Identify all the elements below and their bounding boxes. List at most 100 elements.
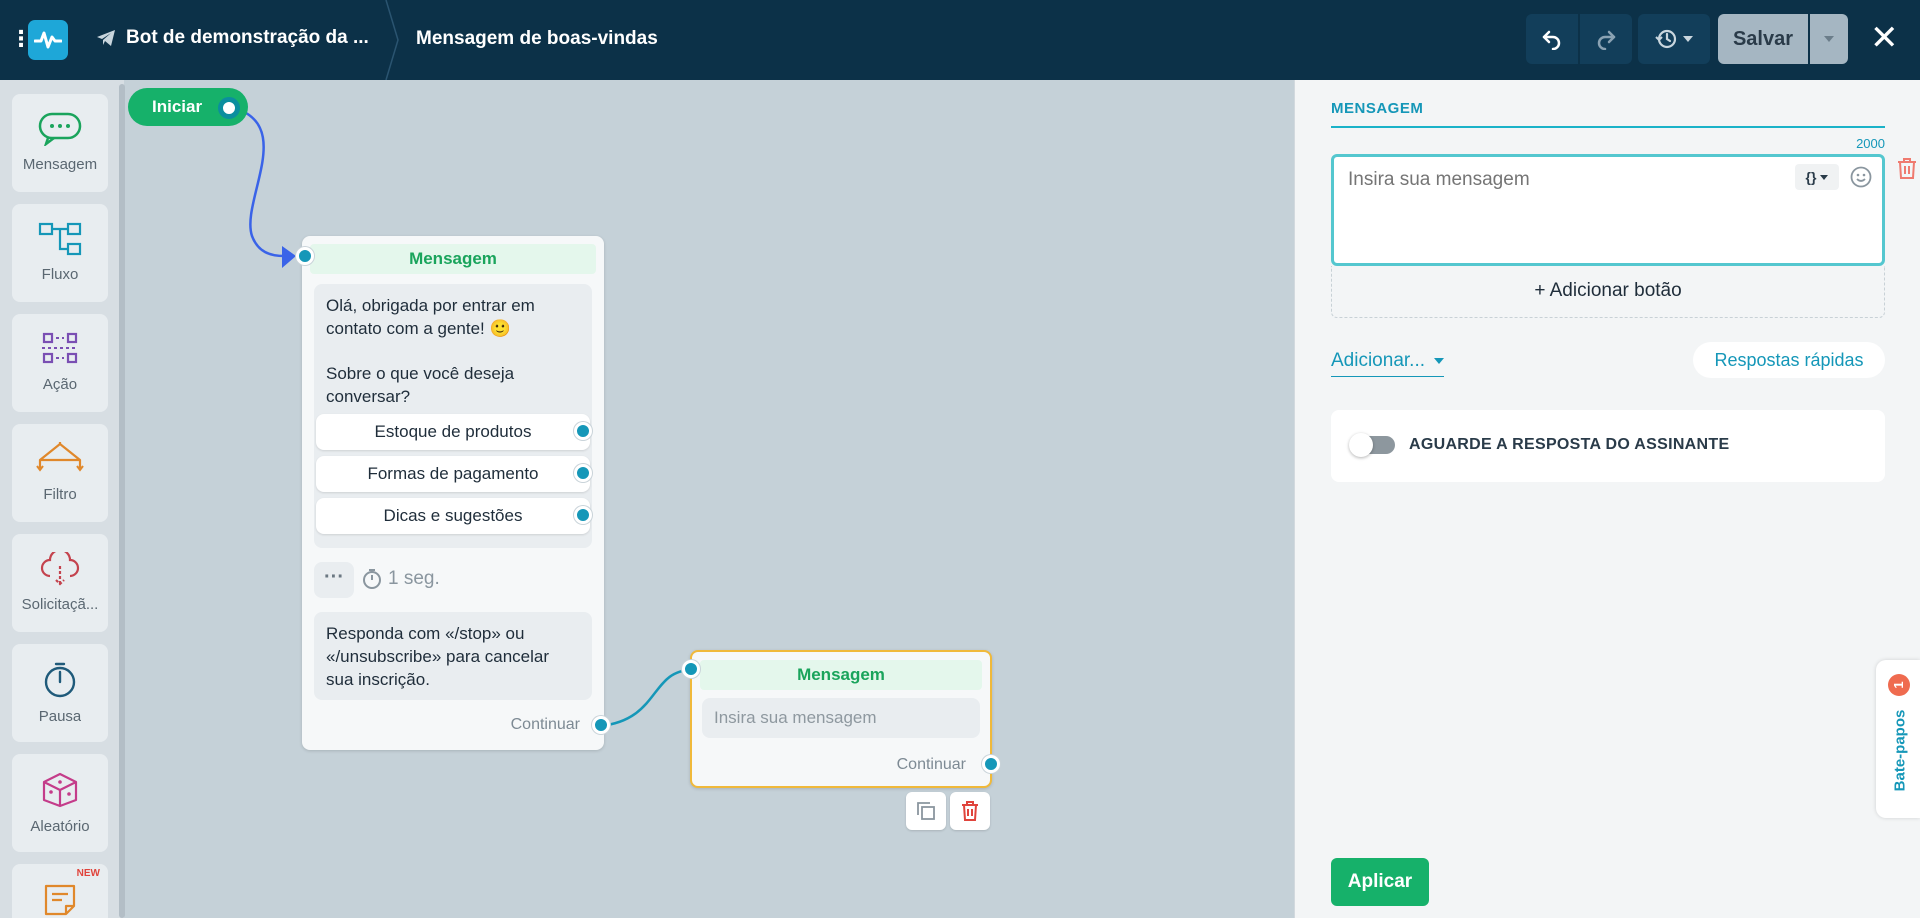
chevron-down-icon [1683, 36, 1693, 42]
tool-label: Solicitaçã... [21, 596, 99, 613]
action-icon [42, 332, 78, 364]
quick-reply-button[interactable]: Formas de pagamento [316, 456, 592, 492]
dice-icon [42, 772, 78, 808]
wait-reply-toggle[interactable] [1349, 433, 1395, 457]
app-logo-icon[interactable] [28, 20, 68, 60]
variables-icon: {} [1805, 169, 1817, 185]
message-node-welcome[interactable]: Mensagem Olá, obrigada por entrar em con… [296, 236, 610, 750]
node-title: Mensagem [700, 660, 982, 690]
start-node[interactable]: Iniciar [128, 88, 248, 126]
message-node-new[interactable]: Mensagem Insira sua mensagem Continuar [682, 650, 1000, 788]
current-step-title: Mensagem de boas-vindas [416, 28, 658, 49]
unsubscribe-bubble[interactable]: Responda com «/stop» ou «/unsubscribe» p… [314, 612, 592, 700]
button-output-port[interactable] [574, 464, 592, 482]
duplicate-node-button[interactable] [906, 792, 946, 830]
tool-label: Fluxo [41, 266, 79, 283]
breadcrumb-bot[interactable]: Bot de demonstração da ... [96, 27, 369, 49]
redo-button[interactable] [1580, 14, 1632, 64]
unsubscribe-text: Responda com «/stop» ou «/unsubscribe» p… [326, 624, 550, 689]
emoji-icon[interactable] [1849, 165, 1873, 189]
message-text-greeting: Olá, obrigada por entrar em contato com … [326, 296, 535, 338]
delete-node-button[interactable] [950, 792, 990, 830]
quick-reply-label: Formas de pagamento [367, 464, 539, 483]
message-text-question: Sobre o que você deseja conversar? [326, 364, 515, 406]
start-port[interactable] [218, 97, 240, 119]
tool-random[interactable]: Aleatório [12, 754, 108, 852]
section-divider [1331, 126, 1885, 128]
node-actions [906, 792, 990, 830]
tool-filter[interactable]: Filtro [12, 424, 108, 522]
history-icon [1655, 29, 1677, 49]
apply-button[interactable]: Aplicar [1331, 858, 1429, 906]
telegram-icon [97, 30, 115, 46]
continue-label: Continuar [510, 716, 580, 733]
delete-message-icon[interactable] [1895, 156, 1919, 180]
save-button[interactable]: Salvar [1718, 14, 1808, 64]
more-options-icon[interactable]: ··· [314, 562, 354, 598]
continue-output-port[interactable] [592, 716, 610, 734]
chevron-down-icon [1820, 174, 1829, 180]
section-title: MENSAGEM [1331, 100, 1424, 117]
tool-label: Ação [42, 376, 78, 393]
quick-reply-button[interactable]: Dicas e sugestões [316, 498, 592, 534]
timer-icon [44, 662, 76, 698]
undo-button[interactable] [1526, 14, 1578, 64]
add-menu-dropdown[interactable]: Adicionar... [1331, 350, 1445, 377]
node-input-port[interactable] [682, 660, 700, 678]
timer-icon [363, 569, 381, 589]
tool-message[interactable]: Mensagem [12, 94, 108, 192]
save-dropdown-button[interactable] [1810, 14, 1848, 64]
char-counter: 2000 [1856, 136, 1885, 151]
properties-panel: MENSAGEM 2000 {} + Adicionar botão Adici… [1294, 80, 1920, 918]
chats-tab[interactable]: 1 Bate-papos [1876, 660, 1920, 818]
tool-note[interactable]: NEW [12, 864, 108, 918]
breadcrumb-separator [385, 0, 399, 80]
flow-canvas[interactable] [124, 80, 1294, 918]
note-icon [44, 884, 76, 916]
quick-reply-label: Estoque de produtos [374, 422, 532, 441]
history-button[interactable] [1638, 14, 1710, 64]
tool-flow[interactable]: Fluxo [12, 204, 108, 302]
tool-label: Mensagem [22, 156, 98, 173]
flow-icon [38, 222, 82, 256]
delay-text: 1 seg. [388, 568, 440, 589]
node-title: Mensagem [310, 244, 596, 274]
top-bar: ⋮ Bot de demonstração da ... Mensagem de… [0, 0, 1920, 80]
start-label: Iniciar [152, 97, 203, 116]
chevron-down-icon [1434, 357, 1445, 364]
copy-icon [917, 802, 935, 820]
tool-pause[interactable]: Pausa [12, 644, 108, 742]
tool-action[interactable]: Ação [12, 314, 108, 412]
quick-reply-button[interactable]: Estoque de produtos [316, 414, 592, 450]
cloud-request-icon [40, 552, 80, 586]
undo-icon [1542, 30, 1561, 50]
continue-output-port[interactable] [982, 755, 1000, 773]
tool-sidebar: Mensagem Fluxo Ação Filtro Solicitaçã...… [0, 80, 124, 918]
filter-icon [36, 442, 84, 472]
redo-icon [1597, 30, 1616, 50]
tool-label: Aleatório [30, 818, 90, 835]
button-output-port[interactable] [574, 506, 592, 524]
quick-reply-label: Dicas e sugestões [383, 506, 523, 525]
chat-bubble-icon [38, 112, 82, 146]
message-placeholder[interactable]: Insira sua mensagem [702, 698, 980, 738]
tool-label: Pausa [38, 708, 82, 725]
chevron-down-icon [1824, 36, 1834, 42]
continue-label: Continuar [896, 756, 966, 773]
add-menu-label: Adicionar... [1331, 350, 1425, 371]
wait-reply-label: AGUARDE A RESPOSTA DO ASSINANTE [1409, 436, 1730, 453]
tool-request[interactable]: Solicitaçã... [12, 534, 108, 632]
new-badge: NEW [76, 868, 100, 879]
quick-replies-button[interactable]: Respostas rápidas [1693, 342, 1885, 378]
variables-button[interactable]: {} [1795, 164, 1839, 190]
button-output-port[interactable] [574, 422, 592, 440]
chats-badge: 1 [1888, 674, 1910, 696]
bot-name: Bot de demonstração da ... [126, 27, 369, 48]
node-input-port[interactable] [296, 247, 314, 265]
wait-reply-card: AGUARDE A RESPOSTA DO ASSINANTE [1331, 410, 1885, 482]
tool-label: Filtro [43, 486, 77, 503]
close-icon[interactable]: ✕ [1870, 18, 1899, 58]
add-button-button[interactable]: + Adicionar botão [1331, 266, 1885, 318]
delay-indicator[interactable]: 1 seg. [362, 568, 440, 590]
chats-label: Bate-papos [1891, 709, 1909, 792]
